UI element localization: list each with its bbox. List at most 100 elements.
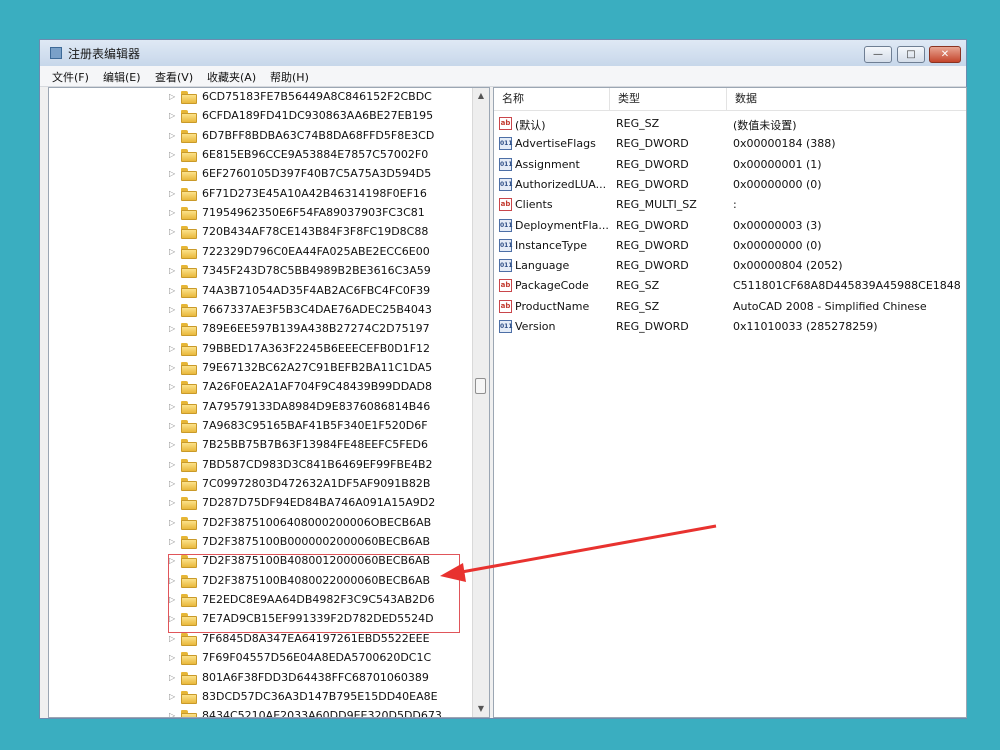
value-row[interactable]: ab (默认) REG_SZ (数值未设置) xyxy=(494,114,966,134)
tree-key-row[interactable]: ▷ 6E815EB96CCE9A53884E7857C57002F0 xyxy=(49,146,471,165)
tree-key-row[interactable]: ▷ 720B434AF78CE143B84F3F8FC19D8C88 xyxy=(49,223,471,242)
value-type: REG_DWORD xyxy=(616,320,689,333)
folder-icon xyxy=(181,207,197,221)
value-name: DeploymentFla... xyxy=(515,218,609,232)
tree-key-row[interactable]: ▷ 7F69F04557D56E04A8EDA5700620DC1C xyxy=(49,649,471,668)
menu-favorites[interactable]: 收藏夹(A) xyxy=(207,69,256,85)
tree-key-row[interactable]: ▷ 7B25BB75B7B63F13984FE48EEFC5FED6 xyxy=(49,436,471,455)
expand-arrow-icon[interactable]: ▷ xyxy=(169,344,175,354)
tree-key-row[interactable]: ▷ 79BBED17A363F2245B6EEECEFB0D1F12 xyxy=(49,340,471,359)
expand-arrow-icon[interactable]: ▷ xyxy=(169,518,175,528)
expand-arrow-icon[interactable]: ▷ xyxy=(169,440,175,450)
expand-arrow-icon[interactable]: ▷ xyxy=(169,111,175,121)
expand-arrow-icon[interactable]: ▷ xyxy=(169,150,175,160)
folder-icon xyxy=(181,303,197,317)
value-name: AdvertiseFlags xyxy=(515,137,596,151)
value-row[interactable]: 011 AdvertiseFlags REG_DWORD 0x00000184 (38… xyxy=(494,134,966,154)
tree-key-row[interactable]: ▷ 79E67132BC62A27C91BEFB2BA11C1DA5 xyxy=(49,359,471,378)
minimize-button[interactable]: — xyxy=(864,46,892,63)
expand-arrow-icon[interactable]: ▷ xyxy=(169,460,175,470)
tree-key-row[interactable]: ▷ 801A6F38FDD3D64438FFC68701060389 xyxy=(49,669,471,688)
tree-key-row[interactable]: ▷ 7D2F3875100B0000002000060BECB6AB xyxy=(49,533,471,552)
tree-key-row[interactable]: ▷ 6F71D273E45A10A42B46314198F0EF16 xyxy=(49,185,471,204)
expand-arrow-icon[interactable]: ▷ xyxy=(169,498,175,508)
tree-key-row[interactable]: ▷ 83DCD57DC36A3D147B795E15DD40EA8E xyxy=(49,688,471,707)
folder-icon xyxy=(181,400,197,414)
value-row[interactable]: 011 DeploymentFla... REG_DWORD 0x00000003 (… xyxy=(494,216,966,236)
key-tree-pane[interactable]: ▷ 6CD75183FE7B56449A8C846152F2CBDC ▷ 6CFDA1… xyxy=(48,87,490,718)
tree-key-row[interactable]: ▷ 74A3B71054AD35F4AB2AC6FBC4FC0F39 xyxy=(49,282,471,301)
menu-file[interactable]: 文件(F) xyxy=(52,69,89,85)
column-header-type[interactable]: 类型 xyxy=(610,88,727,110)
expand-arrow-icon[interactable]: ▷ xyxy=(169,131,175,141)
folder-icon xyxy=(181,381,197,395)
scroll-thumb[interactable] xyxy=(475,378,486,394)
tree-key-row[interactable]: ▷ 789E6EE597B139A438B27274C2D75197 xyxy=(49,320,471,339)
expand-arrow-icon[interactable]: ▷ xyxy=(169,634,175,644)
values-pane[interactable]: 名称 类型 数据 ab (默认) REG_SZ (数值未设置) 011 Advertise… xyxy=(493,87,967,718)
binary-value-icon: 011 xyxy=(499,177,513,191)
tree-key-row[interactable]: ▷ 6CFDA189FD41DC930863AA6BE27EB195 xyxy=(49,107,471,126)
folder-icon xyxy=(181,497,197,511)
tree-key-row[interactable]: ▷ 7667337AE3F5B3C4DAE76ADEC25B4043 xyxy=(49,301,471,320)
baidu-watermark: Baidu经验 jingyan.baidu.com xyxy=(768,656,978,726)
expand-arrow-icon[interactable]: ▷ xyxy=(169,537,175,547)
expand-arrow-icon[interactable]: ▷ xyxy=(169,208,175,218)
tree-key-row[interactable]: ▷ 8434C5210AE2033A60DD9EE320D5DD673 xyxy=(49,707,471,717)
menu-edit[interactable]: 编辑(E) xyxy=(103,69,141,85)
tree-key-row[interactable]: ▷ 722329D796C0EA44FA025ABE2ECC6E00 xyxy=(49,243,471,262)
folder-icon xyxy=(181,149,197,163)
expand-arrow-icon[interactable]: ▷ xyxy=(169,673,175,683)
value-row[interactable]: ab Clients REG_MULTI_SZ: xyxy=(494,195,966,215)
expand-arrow-icon[interactable]: ▷ xyxy=(169,653,175,663)
column-header-name[interactable]: 名称 xyxy=(494,88,610,110)
tree-key-row[interactable]: ▷ 7BD587CD983D3C841B6469EF99FBE4B2 xyxy=(49,456,471,475)
expand-arrow-icon[interactable]: ▷ xyxy=(169,247,175,257)
folder-icon xyxy=(181,478,197,491)
tree-key-row[interactable]: ▷ 7C09972803D472632A1DF5AF9091B82B xyxy=(49,475,471,494)
value-row[interactable]: 011 Language REG_DWORD 0x00000804 (2052) xyxy=(494,256,966,276)
title-bar[interactable]: 注册表编辑器 — □ ✕ xyxy=(40,40,966,66)
value-row[interactable]: 011 Assignment REG_DWORD 0x00000001 (1) xyxy=(494,155,966,175)
menu-view[interactable]: 查看(V) xyxy=(155,69,193,85)
expand-arrow-icon[interactable]: ▷ xyxy=(169,286,175,296)
tree-key-row[interactable]: ▷ 7D2F38751006408000200006OBECB6AB xyxy=(49,514,471,533)
tree-key-row[interactable]: ▷ 7345F243D78C5BB4989B2BE3616C3A59 xyxy=(49,262,471,281)
close-button[interactable]: ✕ xyxy=(929,46,961,63)
menu-help[interactable]: 帮助(H) xyxy=(270,69,309,85)
expand-arrow-icon[interactable]: ▷ xyxy=(169,421,175,431)
value-row[interactable]: 011 InstanceType REG_DWORD 0x00000000 (0) xyxy=(494,236,966,256)
scroll-up-icon[interactable]: ▲ xyxy=(473,88,489,104)
expand-arrow-icon[interactable]: ▷ xyxy=(169,711,175,717)
expand-arrow-icon[interactable]: ▷ xyxy=(169,363,175,373)
expand-arrow-icon[interactable]: ▷ xyxy=(169,189,175,199)
expand-arrow-icon[interactable]: ▷ xyxy=(169,692,175,702)
expand-arrow-icon[interactable]: ▷ xyxy=(169,402,175,412)
folder-icon xyxy=(181,361,197,375)
value-row[interactable]: 011 Version REG_DWORD 0x11010033 (285278259… xyxy=(494,317,966,337)
expand-arrow-icon[interactable]: ▷ xyxy=(169,324,175,334)
expand-arrow-icon[interactable]: ▷ xyxy=(169,169,175,179)
tree-key-row[interactable]: ▷ 7A26F0EA2A1AF704F9C48439B99DDAD8 xyxy=(49,378,471,397)
tree-key-row[interactable]: ▷ 6EF2760105D397F40B7C5A75A3D594D5 xyxy=(49,165,471,184)
folder-icon xyxy=(181,168,197,182)
expand-arrow-icon[interactable]: ▷ xyxy=(169,382,175,392)
maximize-button[interactable]: □ xyxy=(897,46,925,63)
scroll-down-icon[interactable]: ▼ xyxy=(473,701,489,717)
expand-arrow-icon[interactable]: ▷ xyxy=(169,92,175,102)
expand-arrow-icon[interactable]: ▷ xyxy=(169,227,175,237)
value-row[interactable]: 011 AuthorizedLUA... REG_DWORD 0x00000000 (… xyxy=(494,175,966,195)
tree-key-row[interactable]: ▷ 71954962350E6F54FA89037903FC3C81 xyxy=(49,204,471,223)
tree-key-row[interactable]: ▷ 6D7BFF8BDBA63C74B8DA68FFD5F8E3CD xyxy=(49,127,471,146)
tree-key-row[interactable]: ▷ 7A79579133DA8984D9E8376086814B46 xyxy=(49,398,471,417)
expand-arrow-icon[interactable]: ▷ xyxy=(169,266,175,276)
column-header-data[interactable]: 数据 xyxy=(727,88,966,110)
tree-key-row[interactable]: ▷ 7A9683C95165BAF41B5F340E1F520D6F xyxy=(49,417,471,436)
tree-key-row[interactable]: ▷ 6CD75183FE7B56449A8C846152F2CBDC xyxy=(49,88,471,107)
tree-scrollbar[interactable]: ▲ ▼ xyxy=(472,88,489,717)
expand-arrow-icon[interactable]: ▷ xyxy=(169,479,175,489)
value-row[interactable]: ab PackageCode REG_SZ C511801CF68A8D445839A… xyxy=(494,276,966,296)
value-row[interactable]: ab ProductName REG_SZ AutoCAD 2008 - Simpli… xyxy=(494,297,966,317)
tree-key-row[interactable]: ▷ 7D287D75DF94ED84BA746A091A15A9D2 xyxy=(49,494,471,513)
expand-arrow-icon[interactable]: ▷ xyxy=(169,305,175,315)
